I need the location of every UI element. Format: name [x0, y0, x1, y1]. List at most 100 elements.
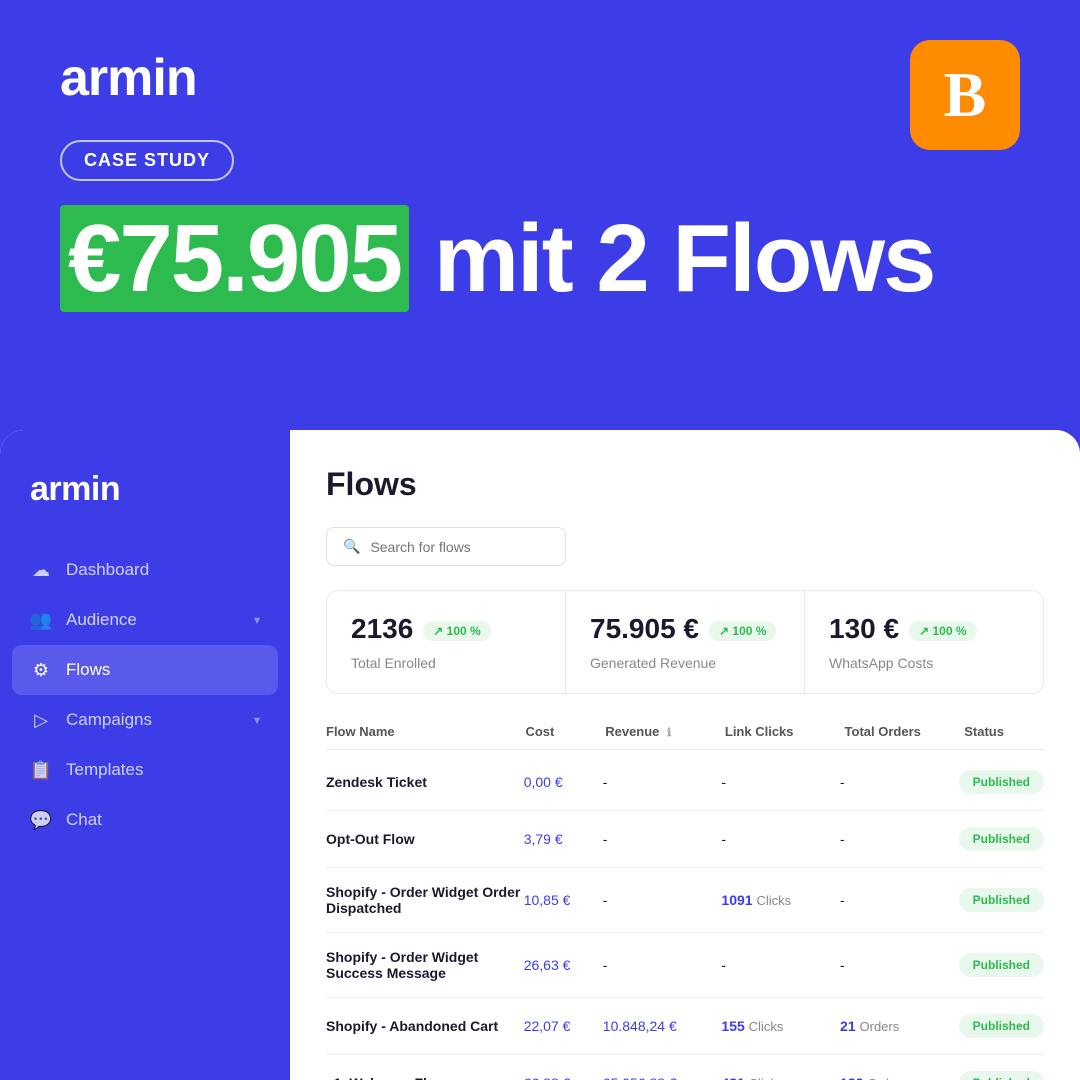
- chevron-down-icon: ▾: [254, 713, 260, 727]
- status-badge: Published: [959, 1014, 1044, 1038]
- table-row[interactable]: Opt-Out Flow 3,79 € - - - Published: [326, 811, 1044, 868]
- partner-logo: B: [910, 40, 1020, 150]
- table-row[interactable]: v1_Welcome Flow 66,88 € 65.056,88 € 481 …: [326, 1055, 1044, 1080]
- sidebar-item-audience[interactable]: 👥 Audience ▾: [0, 595, 290, 645]
- table-body: Zendesk Ticket 0,00 € - - - Published Op…: [326, 754, 1044, 1080]
- cell-total-orders: -: [840, 774, 959, 790]
- stat-card-enrolled: 2136 ↗ 100 % Total Enrolled: [327, 591, 566, 693]
- sidebar-item-label: Chat: [66, 810, 102, 830]
- stat-label-costs: WhatsApp Costs: [829, 655, 1019, 671]
- col-header-clicks: Link Clicks: [725, 724, 845, 739]
- cell-cost: 22,07 €: [524, 1018, 603, 1034]
- sidebar-item-flows[interactable]: ⚙ Flows: [12, 645, 278, 695]
- stat-label-revenue: Generated Revenue: [590, 655, 780, 671]
- sidebar-item-label: Campaigns: [66, 710, 152, 730]
- chevron-down-icon: ▾: [254, 613, 260, 627]
- status-badge: Published: [959, 1071, 1044, 1080]
- cell-link-clicks: -: [721, 831, 840, 847]
- stat-badge-enrolled: ↗ 100 %: [423, 621, 490, 641]
- hero-section: armin CASE STUDY €75.905 mit 2 Flows B: [0, 0, 1080, 430]
- stat-label-enrolled: Total Enrolled: [351, 655, 541, 671]
- status-badge: Published: [959, 770, 1044, 794]
- search-input[interactable]: [370, 539, 549, 555]
- cell-revenue: -: [603, 774, 722, 790]
- cell-total-orders: 132 Orders: [840, 1075, 959, 1080]
- cell-flow-name: Shopify - Abandoned Cart: [326, 1018, 524, 1034]
- cell-cost: 10,85 €: [524, 892, 603, 908]
- stats-row: 2136 ↗ 100 % Total Enrolled 75.905 € ↗ 1…: [326, 590, 1044, 694]
- sidebar-item-label: Flows: [66, 660, 110, 680]
- hero-headline-amount: €75.905: [60, 205, 409, 312]
- status-badge: Published: [959, 953, 1044, 977]
- search-bar[interactable]: 🔍: [326, 527, 566, 566]
- cell-cost: 3,79 €: [524, 831, 603, 847]
- cell-link-clicks: -: [721, 957, 840, 973]
- cell-status: Published: [959, 888, 1044, 912]
- flows-table: Flow Name Cost Revenue ℹ Link Clicks Tot…: [326, 714, 1044, 1080]
- search-icon: 🔍: [343, 538, 360, 555]
- stat-card-costs: 130 € ↗ 100 % WhatsApp Costs: [805, 591, 1043, 693]
- cell-link-clicks: -: [721, 774, 840, 790]
- stat-value-enrolled: 2136: [351, 613, 413, 645]
- stat-badge-revenue: ↗ 100 %: [709, 621, 776, 641]
- col-header-name: Flow Name: [326, 724, 525, 739]
- col-header-revenue: Revenue ℹ: [605, 724, 725, 739]
- dashboard-icon: ☁: [30, 559, 52, 581]
- col-header-orders: Total Orders: [845, 724, 965, 739]
- sidebar-item-templates[interactable]: 📋 Templates: [0, 745, 290, 795]
- table-row[interactable]: Shopify - Order Widget Success Message 2…: [326, 933, 1044, 998]
- cell-total-orders: -: [840, 957, 959, 973]
- audience-icon: 👥: [30, 609, 52, 631]
- sidebar-item-chat[interactable]: 💬 Chat: [0, 795, 290, 845]
- cell-flow-name: Shopify - Order Widget Order Dispatched: [326, 884, 524, 916]
- cell-status: Published: [959, 770, 1044, 794]
- page-title: Flows: [326, 466, 1044, 503]
- cell-status: Published: [959, 953, 1044, 977]
- cell-revenue: -: [603, 831, 722, 847]
- cell-revenue: -: [603, 957, 722, 973]
- cell-flow-name: v1_Welcome Flow: [326, 1075, 524, 1080]
- cell-link-clicks: 155 Clicks: [721, 1018, 840, 1034]
- sidebar-item-label: Dashboard: [66, 560, 149, 580]
- cell-cost: 26,63 €: [524, 957, 603, 973]
- cell-flow-name: Zendesk Ticket: [326, 774, 524, 790]
- table-row[interactable]: Shopify - Abandoned Cart 22,07 € 10.848,…: [326, 998, 1044, 1055]
- cell-cost: 66,88 €: [524, 1075, 603, 1080]
- cell-revenue: 65.056,88 €: [603, 1075, 722, 1080]
- cell-status: Published: [959, 827, 1044, 851]
- sidebar-item-dashboard[interactable]: ☁ Dashboard: [0, 545, 290, 595]
- cell-total-orders: -: [840, 892, 959, 908]
- stat-card-revenue: 75.905 € ↗ 100 % Generated Revenue: [566, 591, 805, 693]
- cell-link-clicks: 481 Clicks: [721, 1075, 840, 1080]
- table-row[interactable]: Zendesk Ticket 0,00 € - - - Published: [326, 754, 1044, 811]
- stat-value-costs: 130 €: [829, 613, 899, 645]
- sidebar: armin ☁ Dashboard 👥 Audience ▾ ⚙ Flows ▷…: [0, 430, 290, 1080]
- cell-total-orders: -: [840, 831, 959, 847]
- info-icon: ℹ: [667, 727, 671, 739]
- flows-icon: ⚙: [30, 659, 52, 681]
- templates-icon: 📋: [30, 759, 52, 781]
- app-section: armin ☁ Dashboard 👥 Audience ▾ ⚙ Flows ▷…: [0, 430, 1080, 1080]
- status-badge: Published: [959, 888, 1044, 912]
- chat-icon: 💬: [30, 809, 52, 831]
- main-content: Flows 🔍 2136 ↗ 100 % Total Enrolled 75.9…: [290, 430, 1080, 1080]
- sidebar-item-campaigns[interactable]: ▷ Campaigns ▾: [0, 695, 290, 745]
- table-header: Flow Name Cost Revenue ℹ Link Clicks Tot…: [326, 714, 1044, 750]
- cell-status: Published: [959, 1071, 1044, 1080]
- sidebar-logo: armin: [0, 470, 290, 545]
- campaigns-icon: ▷: [30, 709, 52, 731]
- cell-flow-name: Opt-Out Flow: [326, 831, 524, 847]
- table-row[interactable]: Shopify - Order Widget Order Dispatched …: [326, 868, 1044, 933]
- col-header-cost: Cost: [525, 724, 605, 739]
- cell-link-clicks: 1091 Clicks: [721, 892, 840, 908]
- cell-status: Published: [959, 1014, 1044, 1038]
- stat-badge-costs: ↗ 100 %: [909, 621, 976, 641]
- hero-headline: €75.905 mit 2 Flows: [60, 209, 1020, 310]
- stat-value-revenue: 75.905 €: [590, 613, 699, 645]
- cell-cost: 0,00 €: [524, 774, 603, 790]
- cell-flow-name: Shopify - Order Widget Success Message: [326, 949, 524, 981]
- col-header-status: Status: [964, 724, 1044, 739]
- partner-logo-letter: B: [944, 58, 987, 132]
- sidebar-item-label: Templates: [66, 760, 143, 780]
- cell-total-orders: 21 Orders: [840, 1018, 959, 1034]
